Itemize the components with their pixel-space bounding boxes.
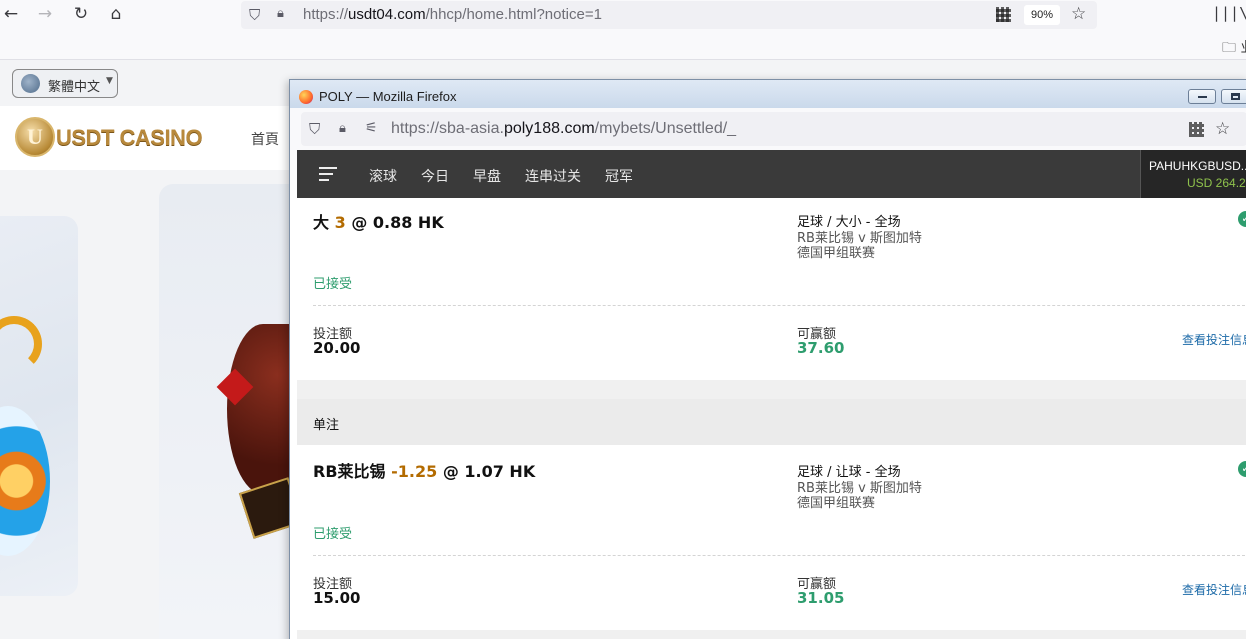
zoom-level[interactable]: 90% — [1024, 5, 1061, 25]
language-label: 繁體中文 — [48, 80, 101, 95]
check-icon: ✓ — [1238, 461, 1246, 477]
window-url-text[interactable]: https://sba-asia.poly188.com/mybets/Unse… — [391, 120, 736, 138]
library-icon[interactable]: |||\ — [1212, 4, 1246, 22]
background-url-text[interactable]: https://usdt04.com/hhcp/home.html?notice… — [303, 6, 602, 23]
minimize-icon — [1198, 96, 1207, 98]
language-selector[interactable]: 繁體中文 ▼ — [12, 69, 118, 98]
qr-code-icon[interactable] — [996, 7, 1011, 22]
qr-code-icon[interactable] — [1189, 122, 1204, 137]
background-browser-toolbar: ← → ↻ ⌂ ⛉ 🔒︎ https://usdt04.com/hhcp/hom… — [0, 0, 1246, 30]
folder-icon: 🗀︎ — [1222, 40, 1236, 56]
bet-odds: @ 0.88 HK — [351, 213, 444, 232]
account-panel[interactable]: PAHUHKGBUSD... USD 264.2 — [1140, 150, 1246, 198]
divider — [313, 305, 1246, 306]
window-url-bar[interactable]: ⛉ 🔒︎ ⚟ https://sba-asia.poly188.com/mybe… — [301, 112, 1246, 146]
maximize-icon — [1231, 93, 1240, 100]
bet-list: 大 3 @ 0.88 HK 足球 / 大小 - 全场 RB莱比锡 v 斯图加特 … — [297, 198, 1246, 639]
nav-home-link[interactable]: 首頁 — [251, 129, 279, 149]
window-title: POLY — Mozilla Firefox — [319, 89, 457, 104]
globe-icon — [21, 74, 40, 93]
bookmark-folder[interactable]: 🗀︎ 业 — [1222, 37, 1246, 61]
window-toolbar: ⛉ 🔒︎ ⚟ https://sba-asia.poly188.com/mybe… — [290, 108, 1246, 150]
tab-early[interactable]: 早盘 — [473, 166, 501, 186]
bet-status: 已接受 — [313, 527, 353, 542]
promo-banner-character[interactable] — [159, 184, 304, 639]
maximize-button[interactable] — [1221, 89, 1246, 104]
reload-icon[interactable]: ↻ — [70, 3, 92, 25]
section-title: 单注 — [313, 418, 340, 433]
stake-value: 20.00 — [313, 339, 361, 357]
tracking-shield-icon[interactable]: ⛉ — [249, 6, 260, 24]
casino-logo-icon[interactable]: U — [15, 117, 55, 157]
window-title-bar[interactable]: POLY — Mozilla Firefox — [290, 80, 1246, 108]
tab-parlay[interactable]: 连串过关 — [525, 166, 581, 186]
tab-outright[interactable]: 冠军 — [605, 166, 633, 186]
promo-banner-left[interactable] — [0, 216, 78, 596]
bet-handicap: 3 — [334, 213, 346, 232]
lock-icon[interactable]: 🔒︎ — [339, 121, 346, 136]
bet-odds: @ 1.07 HK — [442, 462, 536, 481]
firefox-icon — [299, 90, 313, 104]
hamburger-menu-icon[interactable] — [319, 167, 337, 185]
bet-league: 德国甲组联赛 — [797, 246, 876, 261]
bet-league: 德国甲组联赛 — [797, 496, 876, 511]
account-balance: USD 264.2 — [1187, 176, 1246, 190]
lock-icon[interactable]: 🔒︎ — [277, 6, 284, 21]
bookmark-folder-label: 业 — [1240, 40, 1246, 56]
minimize-button[interactable] — [1188, 89, 1216, 104]
stake-value: 15.00 — [313, 589, 361, 607]
bet-handicap: -1.25 — [391, 462, 438, 481]
permissions-icon[interactable]: ⚟ — [365, 120, 378, 136]
casino-logo-text[interactable]: USDT CASINO — [56, 125, 203, 151]
gold-hook-illustration — [0, 316, 42, 372]
check-icon: ✓ — [1238, 211, 1246, 227]
bet-card: 大 3 @ 0.88 HK 足球 / 大小 - 全场 RB莱比锡 v 斯图加特 … — [297, 198, 1246, 380]
bookmark-star-icon[interactable]: ☆ — [1071, 4, 1086, 24]
bet-selection: RB莱比锡 -1.25 @ 1.07 HK — [313, 462, 536, 481]
potential-win-value: 31.05 — [797, 589, 845, 607]
bookmark-star-icon[interactable]: ☆ — [1215, 119, 1230, 139]
home-icon[interactable]: ⌂ — [105, 3, 127, 25]
potential-win-value: 37.60 — [797, 339, 845, 357]
tab-live[interactable]: 滚球 — [369, 166, 397, 186]
firefox-window: POLY — Mozilla Firefox ⛉ 🔒︎ ⚟ https://sb… — [289, 79, 1246, 639]
view-bet-details-link[interactable]: 查看投注信息 — [1182, 331, 1246, 348]
view-bet-details-link[interactable]: 查看投注信息 — [1182, 581, 1246, 598]
chevron-down-icon: ▼ — [106, 76, 113, 86]
bet-selection: 大 3 @ 0.88 HK — [313, 213, 444, 232]
background-url-bar[interactable]: ⛉ 🔒︎ https://usdt04.com/hhcp/home.html?n… — [241, 1, 1097, 29]
bet-card: RB莱比锡 -1.25 @ 1.07 HK 足球 / 让球 - 全场 RB莱比锡… — [297, 445, 1246, 630]
account-name: PAHUHKGBUSD... — [1149, 159, 1246, 173]
bet-status: 已接受 — [313, 277, 353, 292]
divider — [313, 555, 1246, 556]
sportsbook-nav: 滚球 今日 早盘 连串过关 冠军 PAHUHKGBUSD... USD 264.… — [297, 150, 1246, 198]
back-arrow-icon[interactable]: ← — [0, 3, 22, 25]
section-single-bets: 单注 — [297, 399, 1246, 445]
bookmarks-bar: 🗀︎ 业 — [0, 30, 1246, 60]
tab-today[interactable]: 今日 — [421, 166, 449, 186]
forward-arrow-icon[interactable]: → — [34, 3, 56, 25]
tracking-shield-icon[interactable]: ⛉ — [309, 120, 320, 138]
slot-ring-illustration — [0, 406, 50, 556]
